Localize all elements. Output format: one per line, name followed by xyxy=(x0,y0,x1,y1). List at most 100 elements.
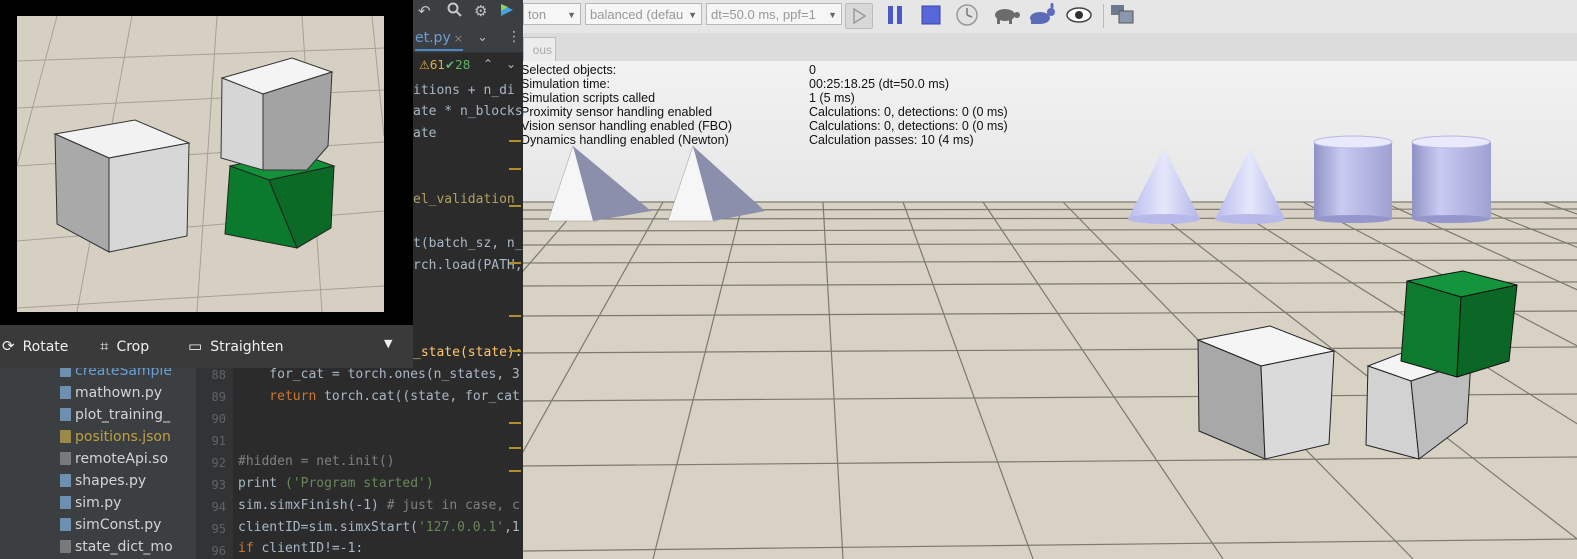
pause-button[interactable] xyxy=(882,3,908,27)
faster-button[interactable] xyxy=(1026,3,1058,27)
chevron-down-icon: ▼ xyxy=(688,10,697,20)
json-file-icon xyxy=(60,430,71,443)
crop-button[interactable]: ⌗ Crop xyxy=(100,337,149,355)
info-overlay: Selected objects: 0 Simulation time: 00:25… xyxy=(523,63,1008,147)
tree-file[interactable]: state_dict_mo xyxy=(60,536,173,558)
scroll-marker xyxy=(509,140,521,142)
chevron-down-icon: ▼ xyxy=(828,10,837,20)
play-button[interactable] xyxy=(845,3,873,29)
tree-file[interactable]: plot_training_ xyxy=(60,404,170,426)
rotate-button[interactable]: ⟳ Rotate xyxy=(2,337,68,355)
code-string: ('Program started') xyxy=(277,476,434,491)
stop-icon xyxy=(921,5,941,25)
code-line: t(batch_sz, n_ xyxy=(413,236,523,251)
scene-browser-button[interactable] xyxy=(1108,3,1138,27)
line-number: 95 xyxy=(211,522,226,536)
line-number: 89 xyxy=(211,390,226,404)
code-comment: # just in case, c xyxy=(378,498,520,513)
line-number: 94 xyxy=(211,500,226,514)
file-icon xyxy=(60,540,71,553)
scroll-marker xyxy=(509,422,521,424)
scroll-marker xyxy=(509,315,521,317)
code-line-93: print ('Program started') xyxy=(238,474,434,494)
tree-file[interactable]: remoteApi.so xyxy=(60,448,168,470)
windows-icon xyxy=(1111,5,1134,24)
accuracy-select[interactable]: balanced (defau ▼ xyxy=(585,3,702,25)
code-line-89: return torch.cat((state, for_cat xyxy=(238,387,520,407)
viewer-toolbar: ⟳ Rotate ⌗ Crop ▭ Straighten ▼ xyxy=(0,325,413,368)
code-keyword: if xyxy=(238,541,254,556)
straighten-button[interactable]: ▭ Straighten xyxy=(188,337,284,355)
scroll-marker xyxy=(509,168,521,170)
code-builtin: print xyxy=(238,476,278,491)
turtle-icon xyxy=(995,9,1020,24)
python-file-icon xyxy=(60,408,71,421)
line-number: 92 xyxy=(211,456,226,470)
project-tree: createSample mathown.py plot_training_ p… xyxy=(0,360,196,559)
play-icon xyxy=(853,7,867,25)
engine-select[interactable]: ton ▼ xyxy=(523,3,581,25)
rabbit-icon xyxy=(1030,3,1055,24)
sim-toolbar: ton ▼ balanced (defau ▼ dt=50.0 ms, ppf=1 ▼ xyxy=(523,0,1577,34)
tree-file[interactable]: shapes.py xyxy=(60,470,146,492)
code-text: ,1 xyxy=(504,520,520,535)
code-line: el_validation xyxy=(413,192,515,207)
tree-file[interactable]: positions.json xyxy=(60,426,171,448)
code-text: clientID=sim.simxStart( xyxy=(238,520,419,535)
scroll-marker xyxy=(509,262,521,264)
code-line: rch.load(PATH, xyxy=(413,258,523,273)
line-number: 90 xyxy=(211,412,226,426)
realtime-button[interactable] xyxy=(954,3,980,27)
rotate-icon: ⟳ xyxy=(2,337,15,355)
simulator-window: ton ▼ balanced (defau ▼ dt=50.0 ms, ppf=1 ▼ xyxy=(523,0,1577,559)
chevron-down-icon[interactable]: ▼ xyxy=(384,337,392,350)
scroll-marker xyxy=(509,350,521,352)
code-line: ate * n_blocks xyxy=(413,104,523,119)
line-number: 93 xyxy=(211,478,226,492)
toolbar-separator xyxy=(1103,4,1104,28)
chevron-down-icon: ▼ xyxy=(567,10,576,20)
eye-icon xyxy=(1066,7,1092,23)
tree-file[interactable]: simConst.py xyxy=(60,514,161,536)
pause-icon xyxy=(888,6,902,24)
python-file-icon xyxy=(60,474,71,487)
code-line: _state(state): xyxy=(413,345,523,360)
code-line-94: sim.simxFinish(-1) # just in case, c xyxy=(238,496,520,516)
code-string: '127.0.0.1' xyxy=(418,520,505,535)
clock-icon xyxy=(956,4,978,26)
crop-icon: ⌗ xyxy=(100,337,109,355)
python-file-icon xyxy=(60,496,71,509)
scroll-marker xyxy=(509,447,521,449)
scene-viewport[interactable]: Selected objects: 0 Simulation time: 00:25… xyxy=(523,61,1577,559)
tree-file[interactable]: sim.py xyxy=(60,492,121,514)
scroll-marker xyxy=(509,470,521,472)
tree-file[interactable]: mathown.py xyxy=(60,382,162,404)
sim-tab-row: ous xyxy=(523,33,1577,62)
python-file-icon xyxy=(60,518,71,531)
code-line: ate xyxy=(413,126,437,141)
python-file-icon xyxy=(60,386,71,399)
code-line-95: clientID=sim.simxStart('127.0.0.1',1 xyxy=(238,518,520,538)
scene-tab[interactable]: ous xyxy=(523,37,556,62)
scroll-marker xyxy=(509,205,521,207)
line-number: 91 xyxy=(211,434,226,448)
line-number: 96 xyxy=(211,544,226,558)
code-text: clientID!=-1: xyxy=(253,541,364,556)
code-keyword: return xyxy=(238,389,317,404)
line-gutter: 88 89 90 91 92 93 94 95 96 xyxy=(196,360,233,559)
stop-button[interactable] xyxy=(918,3,944,27)
visualization-button[interactable] xyxy=(1064,3,1094,27)
code-line-96: if clientID!=-1: xyxy=(238,539,363,559)
code-editor: ↶ ⚙ et.py × ⌄ ⋮ ⚠61 ✔28 ⌃ ⌄ itions + n_di… xyxy=(0,0,523,559)
slower-button[interactable] xyxy=(990,3,1022,27)
file-icon xyxy=(60,452,71,465)
image-viewer: ⟳ Rotate ⌗ Crop ▭ Straighten ▼ xyxy=(0,0,413,368)
code-text: sim.simxFinish(-1) xyxy=(238,498,379,513)
code-line-92: #hidden = net.init() xyxy=(238,454,395,469)
timestep-select[interactable]: dt=50.0 ms, ppf=1 ▼ xyxy=(706,3,842,25)
code-line-88: for_cat = torch.ones(n_states, 3 xyxy=(238,367,520,382)
line-number: 88 xyxy=(211,368,226,382)
code-line: itions + n_di xyxy=(413,83,515,98)
code-text: torch.cat((state, for_cat xyxy=(316,389,520,404)
ruler-icon: ▭ xyxy=(188,337,203,355)
